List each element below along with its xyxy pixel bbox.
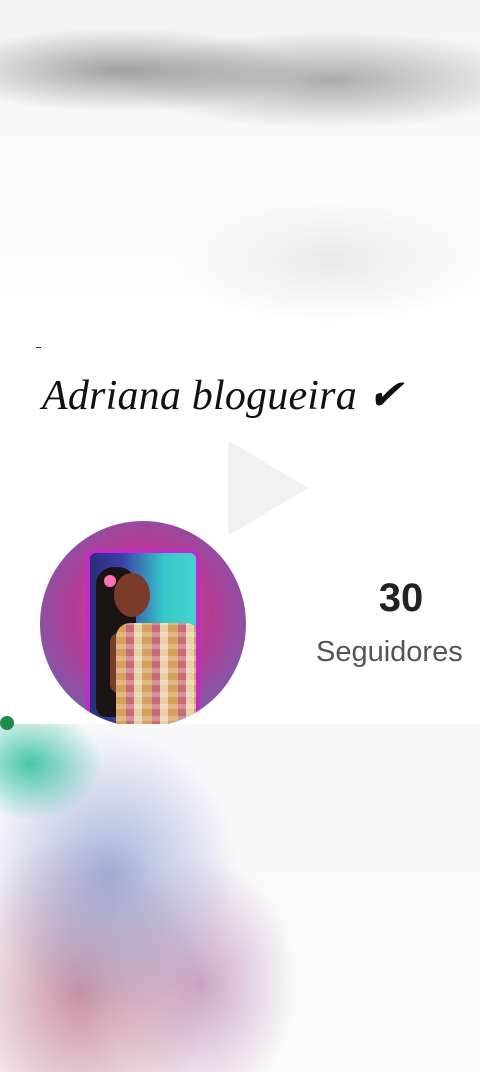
play-icon[interactable] [228,440,308,536]
blurred-background-top [0,0,480,349]
avatar-dress-shape [116,623,196,725]
avatar[interactable] [40,521,246,727]
avatar-face-shape [114,573,150,617]
flower-icon [104,575,116,587]
video-frame: Adriana blogueira ✔ 30 Seguidores [0,0,480,1072]
followers-stat[interactable]: 30 Seguidores [316,574,480,669]
decorative-mark [0,716,14,730]
profile-card: Adriana blogueira ✔ 30 Seguidores [0,348,480,727]
blurred-background-bottom [0,716,480,1072]
profile-name: Adriana blogueira ✔ [42,373,403,419]
followers-label: Seguidores [316,636,463,668]
followers-count: 30 [378,576,424,620]
avatar-photo [86,549,200,727]
